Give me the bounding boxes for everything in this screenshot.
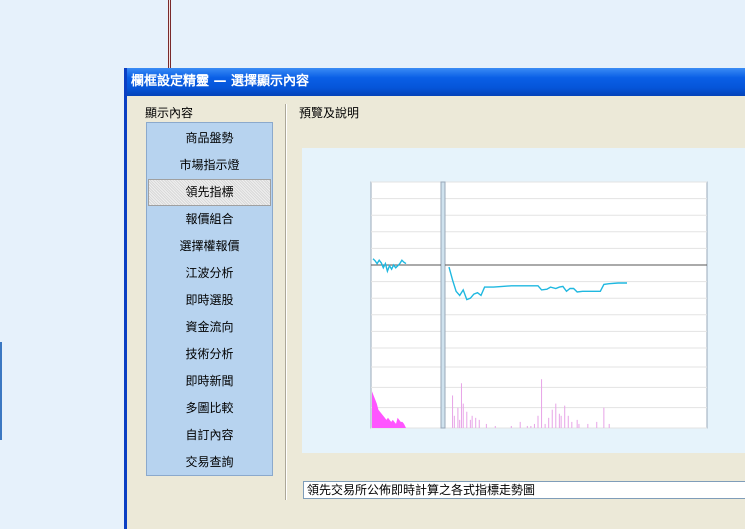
plot-area <box>370 181 708 429</box>
menu-item[interactable]: 報價組合 <box>147 206 272 233</box>
menu-item[interactable]: 商品盤勢 <box>147 125 272 152</box>
menu-item[interactable]: 技術分析 <box>147 341 272 368</box>
background-panel-edge <box>0 342 2 440</box>
description-box: 領先交易所公佈即時計算之各式指標走勢圖 <box>303 481 745 499</box>
menu-item[interactable]: 交易查詢 <box>147 449 272 476</box>
menu-item[interactable]: 領先指標 <box>148 179 271 206</box>
display-content-label: 顯示內容 <box>145 106 194 120</box>
menu-item[interactable]: 資金流向 <box>147 314 272 341</box>
menu-item[interactable]: 自訂內容 <box>147 422 272 449</box>
preview-label: 預覽及說明 <box>299 106 360 120</box>
menu-item[interactable]: 即時選股 <box>147 287 272 314</box>
content-menu: 商品盤勢 市場指示燈 領先指標 報價組合 選擇權報價 江波分析 即時選股 資金流向 技術分析 即時… <box>146 122 273 476</box>
menu-item[interactable]: 江波分析 <box>147 260 272 287</box>
window-title[interactable]: 欄框設定精靈 — 選擇顯示內容 <box>127 68 745 96</box>
menu-item[interactable]: 即時新聞 <box>147 368 272 395</box>
background-window-edge <box>168 0 171 68</box>
menu-item[interactable]: 市場指示燈 <box>147 152 272 179</box>
preview-panel <box>302 148 745 453</box>
menu-item[interactable]: 選擇權報價 <box>147 233 272 260</box>
session-divider <box>440 181 446 429</box>
wizard-window: 欄框設定精靈 — 選擇顯示內容 顯示內容 預覽及說明 商品盤勢 市場指示燈 領先指標… <box>124 68 745 529</box>
vertical-divider <box>285 104 287 500</box>
leading-index-chart <box>370 181 708 429</box>
menu-item[interactable]: 多圖比較 <box>147 395 272 422</box>
